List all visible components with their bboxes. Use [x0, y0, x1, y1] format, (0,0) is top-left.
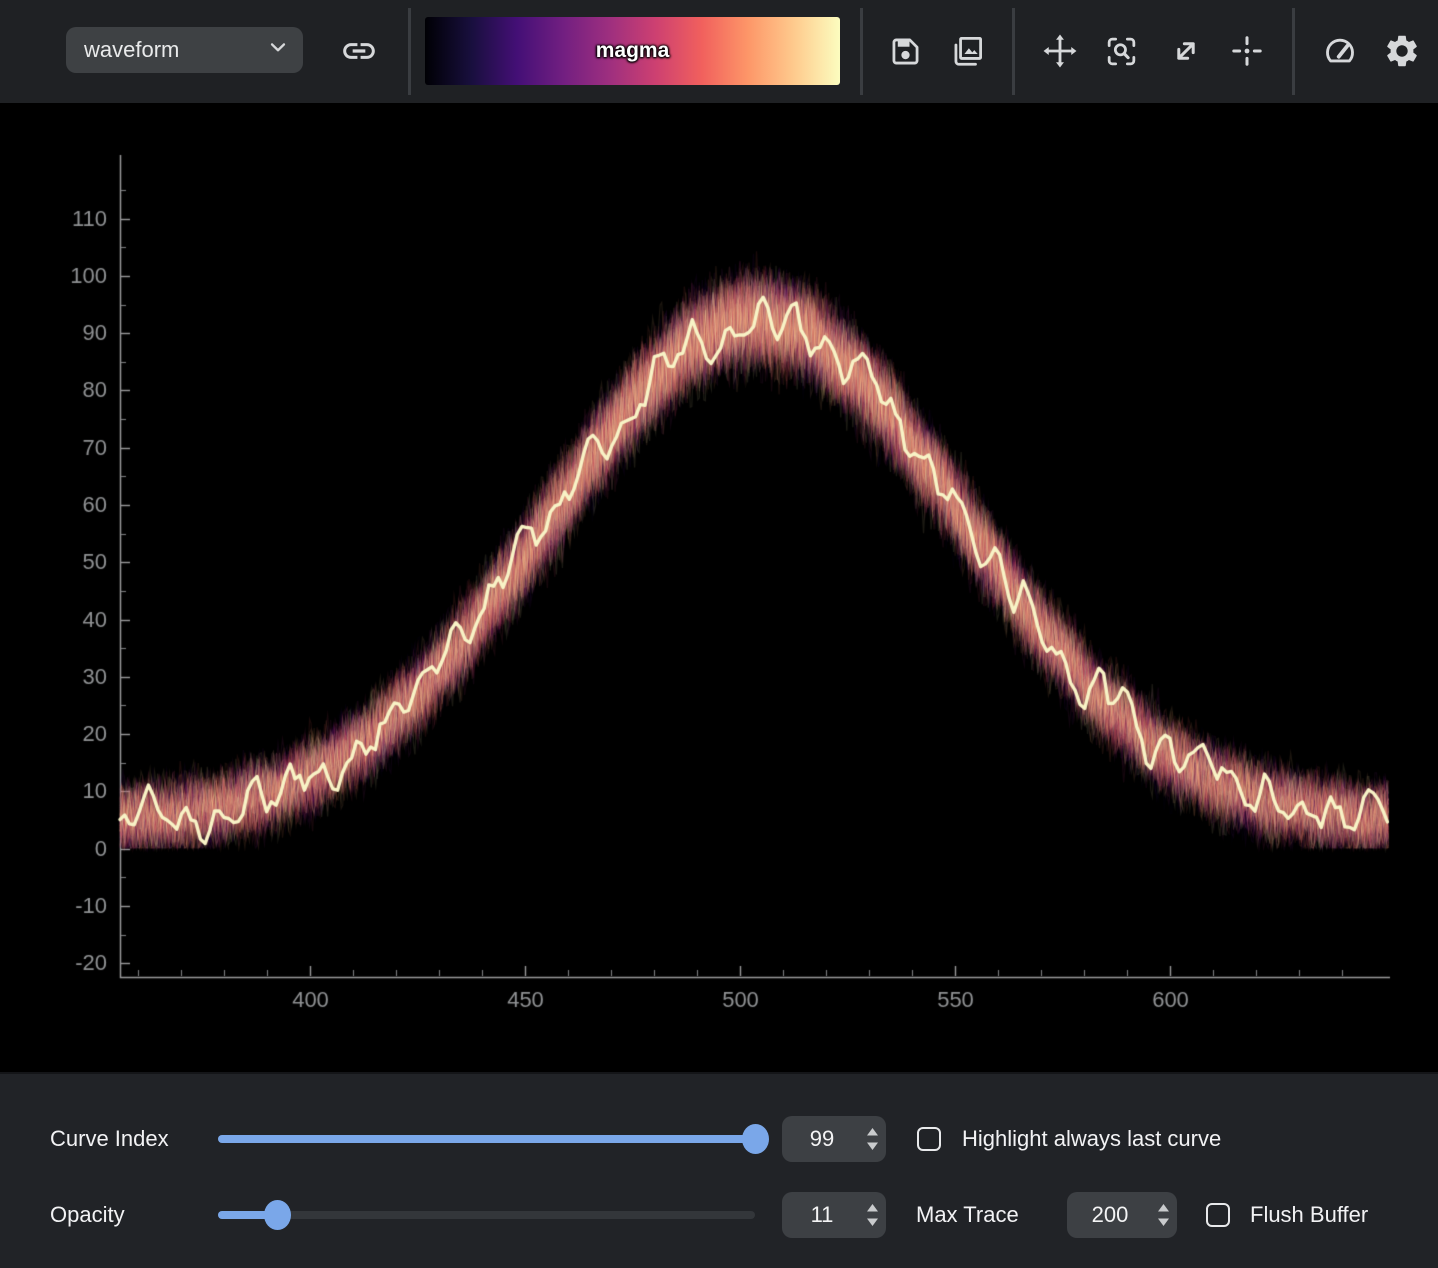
- dataset-dropdown[interactable]: waveform: [66, 27, 303, 73]
- toolbar-divider: [1012, 8, 1015, 95]
- save-icon: [887, 33, 924, 70]
- settings-gear-icon: [1383, 32, 1421, 70]
- save-button[interactable]: [885, 31, 925, 71]
- opacity-label: Opacity: [50, 1202, 125, 1228]
- spinner-arrows[interactable]: [1149, 1201, 1177, 1229]
- spinner-arrows[interactable]: [858, 1125, 886, 1153]
- opacity-spinbox[interactable]: 11: [782, 1192, 886, 1238]
- spinner-down-icon: [867, 1143, 878, 1151]
- pan-icon: [1041, 32, 1079, 70]
- curve-index-slider[interactable]: [218, 1124, 755, 1154]
- slider-handle[interactable]: [264, 1200, 291, 1230]
- flush-buffer-checkbox[interactable]: [1206, 1203, 1230, 1227]
- zoom-region-button[interactable]: [1101, 31, 1141, 71]
- colormap-label: magma: [596, 39, 670, 63]
- spinner-down-icon: [867, 1219, 878, 1227]
- export-image-button[interactable]: [947, 31, 987, 71]
- opacity-spinbox-value: 11: [782, 1202, 858, 1228]
- export-image-icon: [949, 33, 986, 70]
- curve-index-spinbox[interactable]: 99: [782, 1116, 886, 1162]
- spinner-arrows[interactable]: [858, 1201, 886, 1229]
- slider-handle[interactable]: [742, 1124, 769, 1154]
- max-trace-label: Max Trace: [916, 1202, 1019, 1228]
- expand-icon: [1168, 33, 1204, 69]
- spinner-up-icon: [867, 1128, 878, 1136]
- curve-index-label: Curve Index: [50, 1126, 169, 1152]
- settings-gear-button[interactable]: [1382, 31, 1422, 71]
- link-icon: [340, 32, 378, 70]
- spinner-down-icon: [1158, 1219, 1169, 1227]
- zoom-region-icon: [1103, 33, 1140, 70]
- colormap-button[interactable]: magma: [425, 17, 840, 85]
- chevron-down-icon: [267, 36, 289, 64]
- toolbar: waveform magma: [0, 0, 1438, 103]
- toolbar-divider: [860, 8, 863, 95]
- waveform-plot[interactable]: [0, 103, 1438, 1072]
- toolbar-divider: [1292, 8, 1295, 95]
- crosshair-icon: [1229, 33, 1265, 69]
- max-trace-spinbox[interactable]: 200: [1067, 1192, 1177, 1238]
- dataset-dropdown-value: waveform: [84, 37, 179, 63]
- plot-area: [0, 103, 1438, 1072]
- slider-fill: [218, 1135, 755, 1143]
- spinner-up-icon: [867, 1204, 878, 1212]
- highlight-last-checkbox[interactable]: [917, 1127, 941, 1151]
- curve-index-spinbox-value: 99: [782, 1126, 858, 1152]
- opacity-slider[interactable]: [218, 1200, 755, 1230]
- control-panel: Curve Index 99 Highlight always last cur…: [0, 1072, 1438, 1268]
- expand-button[interactable]: [1166, 31, 1206, 71]
- flush-buffer-label: Flush Buffer: [1250, 1202, 1368, 1228]
- pan-button[interactable]: [1040, 31, 1080, 71]
- crosshair-button[interactable]: [1227, 31, 1267, 71]
- link-axes-button[interactable]: [339, 31, 379, 71]
- spinner-up-icon: [1158, 1204, 1169, 1212]
- max-trace-spinbox-value: 200: [1067, 1202, 1149, 1228]
- highlight-last-label: Highlight always last curve: [962, 1126, 1221, 1152]
- toolbar-divider: [408, 8, 411, 95]
- slider-track[interactable]: [218, 1211, 755, 1219]
- performance-gauge-icon: [1321, 32, 1359, 70]
- performance-gauge-button[interactable]: [1320, 31, 1360, 71]
